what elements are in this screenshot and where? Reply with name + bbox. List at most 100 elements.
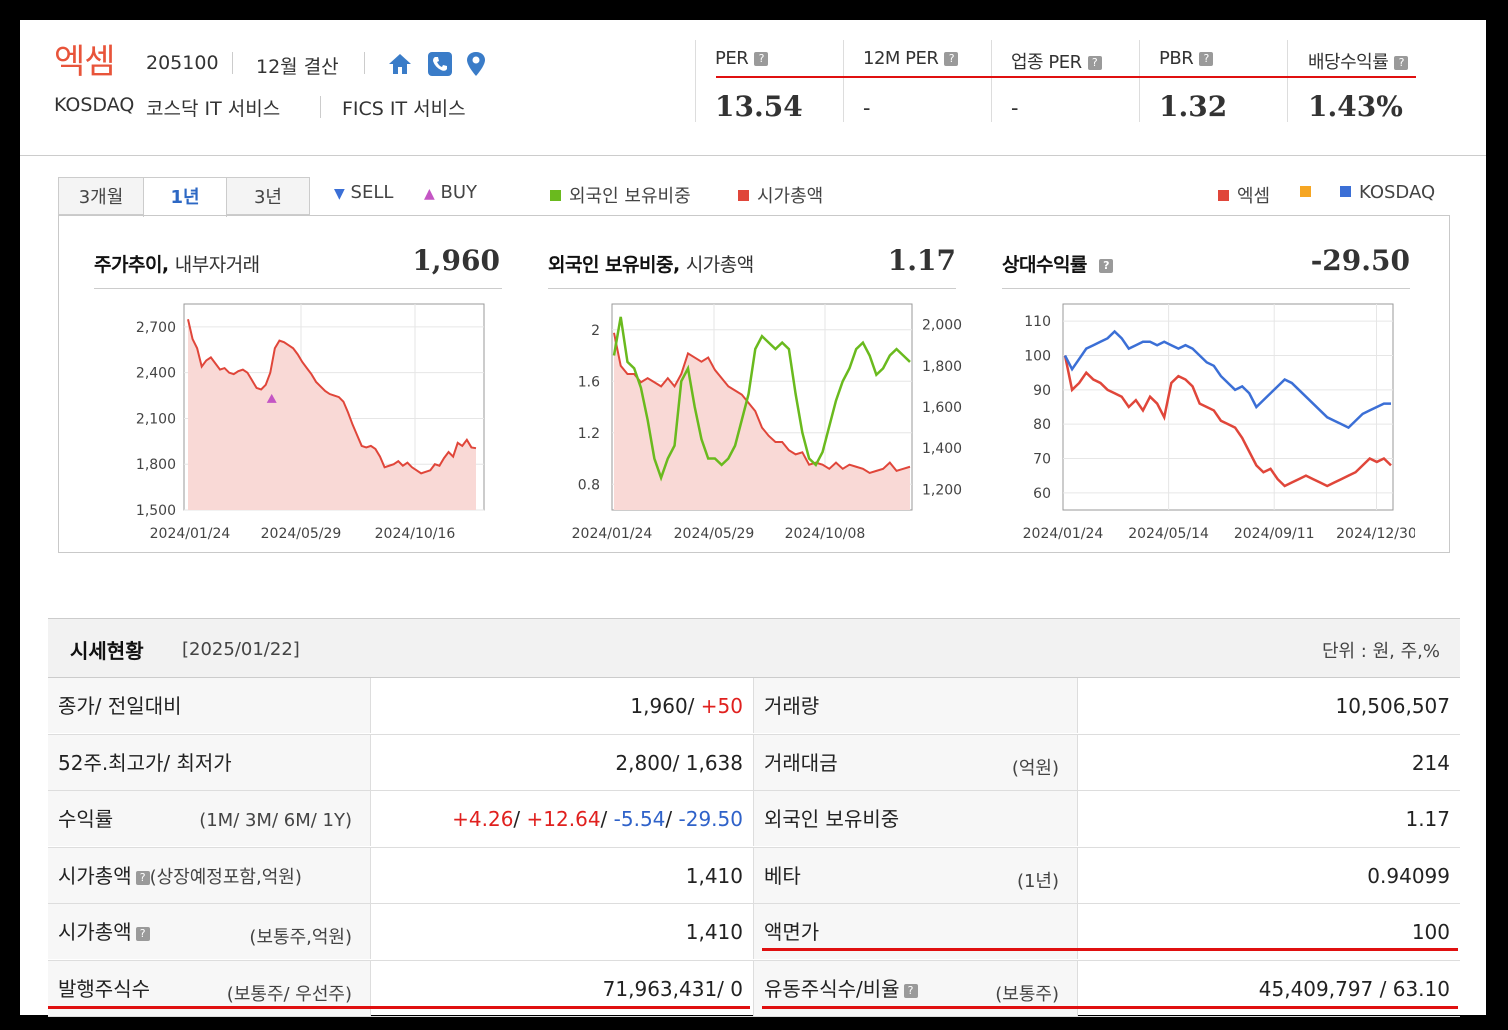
company-name: 엑셈: [54, 42, 116, 82]
divider: [364, 52, 365, 74]
return-1m: +4.26: [452, 807, 514, 831]
chart-value-foreign: 1.17: [887, 244, 956, 277]
chart-value-relative: -29.50: [1310, 244, 1410, 277]
tab-3years[interactable]: 3년: [226, 177, 310, 215]
legend-company: 엑셈: [1218, 182, 1270, 208]
row-label: 시가총액? (보통주,억원): [48, 904, 371, 959]
help-icon[interactable]: ?: [903, 983, 918, 998]
relative-return-chart: 110 100 90 80 70 60 2024/01/24 2024/05/14 2024/0…: [1023, 303, 1415, 542]
chart-title-relative: 상대수익률 ?: [1002, 250, 1114, 277]
tab-3months[interactable]: 3개월: [58, 177, 144, 215]
up-triangle-icon: ▲: [424, 186, 435, 202]
chart-subtitle: 시가총액: [685, 254, 754, 276]
metric-value: 1.32: [1159, 90, 1228, 123]
x-tick-label: 2024/10/08: [785, 526, 866, 542]
row-value: 214: [1411, 750, 1450, 775]
tab-1year[interactable]: 1년: [143, 177, 227, 217]
y2-tick-label: 2,000: [922, 318, 962, 334]
legend-swatch: [1300, 186, 1311, 197]
x-tick-label: 2024/10/16: [375, 526, 456, 542]
label-unit: (보통주): [995, 983, 1059, 1005]
help-icon[interactable]: ?: [944, 52, 959, 66]
divider: [695, 40, 696, 122]
y2-tick-label: 1,400: [922, 441, 962, 457]
row-value: 1,410: [371, 847, 754, 903]
metric-label: PER: [715, 48, 749, 69]
map-pin-icon[interactable]: [462, 50, 490, 78]
label-text: 베타: [764, 863, 801, 888]
label-text: 거래량: [764, 694, 820, 718]
legend-label: BUY: [440, 182, 478, 203]
row-label: 52주.최고가/ 최저가: [48, 734, 371, 790]
row-label: 베타 (1년): [754, 847, 1078, 903]
help-icon[interactable]: ?: [1099, 259, 1114, 273]
phone-icon[interactable]: [426, 50, 454, 78]
price-chart: 2,700 2,400 2,100 1,800 1,500 2024/01/24 2024/…: [136, 303, 485, 542]
y-tick-label: 2,400: [136, 366, 176, 382]
x-tick-label: 2024/05/14: [1128, 526, 1209, 542]
table-row: 시가총액? (보통주,억원) 1,410 액면가 100: [48, 904, 1460, 961]
help-icon[interactable]: ?: [754, 52, 769, 66]
home-icon[interactable]: [386, 50, 414, 78]
table-row: 시가총액? (상장예정포함,억원) 1,410 베타 (1년) 0.94099: [48, 847, 1460, 904]
metric-value: 13.54: [715, 90, 803, 123]
legend-label: SELL: [350, 182, 394, 203]
fiscal-month: 12월 결산: [256, 56, 339, 78]
market-label: KOSDAQ: [54, 94, 135, 116]
table-title: 시세현황: [70, 639, 144, 663]
row-label: 종가/ 전일대비: [48, 678, 371, 733]
label-unit: (상장예정포함,억원): [149, 866, 302, 888]
y-tick-label: 0.8: [578, 477, 600, 493]
y-tick-label: 70: [1033, 452, 1051, 468]
divider: [548, 288, 956, 289]
row-value: 2,800/ 1,638: [371, 734, 754, 790]
label-main: 시가총액: [58, 920, 132, 944]
y2-tick-label: 1,600: [922, 400, 962, 416]
help-icon[interactable]: ?: [1394, 56, 1409, 70]
help-icon[interactable]: ?: [1199, 52, 1214, 66]
y-tick-label: 90: [1033, 383, 1051, 399]
x-tick-label: 2024/05/29: [261, 526, 342, 542]
help-icon[interactable]: ?: [1087, 56, 1102, 70]
help-icon[interactable]: ?: [135, 927, 150, 941]
chart-title: 상대수익률: [1002, 254, 1087, 276]
divider: [991, 40, 992, 122]
return-6m: -5.54: [613, 807, 666, 831]
row-value: +4.26/ +12.64/ -5.54/ -29.50: [371, 791, 754, 846]
return-1y: -29.50: [678, 807, 743, 831]
row-label: 거래량: [754, 678, 1078, 733]
row-value: 1.17: [1405, 807, 1450, 831]
divider: [1287, 40, 1288, 122]
metric-label: 업종 PER: [1011, 52, 1082, 73]
label-text: 유동주식수/비율?: [764, 973, 918, 1002]
y-tick-label: 2: [591, 323, 600, 339]
chart-title: 주가추이,: [94, 254, 169, 276]
metric-per: PER? 13.54: [715, 44, 855, 134]
price-change: +50: [700, 694, 743, 718]
chart-value-price: 1,960: [412, 244, 500, 277]
x-tick-label: 2024/05/29: [674, 526, 755, 542]
label-unit: (보통주/ 우선주): [226, 983, 352, 1005]
label-text: 액면가: [764, 920, 820, 944]
label-unit: (보통주,억원): [249, 927, 352, 948]
y-tick-label: 1,800: [136, 457, 176, 473]
metric-value: -: [863, 96, 871, 121]
chart-title-foreign: 외국인 보유비중, 시가총액: [548, 250, 754, 277]
help-icon[interactable]: ?: [135, 870, 150, 885]
label-unit: (1년): [1016, 870, 1059, 892]
label-unit: (억원): [1011, 757, 1059, 779]
table-date: [2025/01/22]: [182, 639, 300, 660]
legend-swatch: [1340, 186, 1351, 197]
y-tick-label: 60: [1033, 486, 1051, 502]
x-tick-label: 2024/09/11: [1234, 526, 1315, 542]
metric-sector-per: 업종 PER? -: [1011, 44, 1151, 134]
row-label: 거래대금 (억원): [754, 734, 1078, 790]
label-unit: (1M/ 3M/ 6M/ 1Y): [199, 810, 352, 831]
divider: [1002, 288, 1410, 289]
metric-12m-per: 12M PER? -: [863, 44, 1003, 134]
table-unit: 단위 : 원, 주,%: [1321, 641, 1440, 662]
chart-subtitle: 내부자거래: [174, 254, 260, 276]
stock-summary-panel: 엑셈 205100 12월 결산 KOSDAQ 코스닥 IT 서비스 FICS …: [20, 20, 1486, 1017]
close-price: 1,960/: [630, 694, 701, 718]
label-text: 발행주식수: [58, 976, 150, 1001]
